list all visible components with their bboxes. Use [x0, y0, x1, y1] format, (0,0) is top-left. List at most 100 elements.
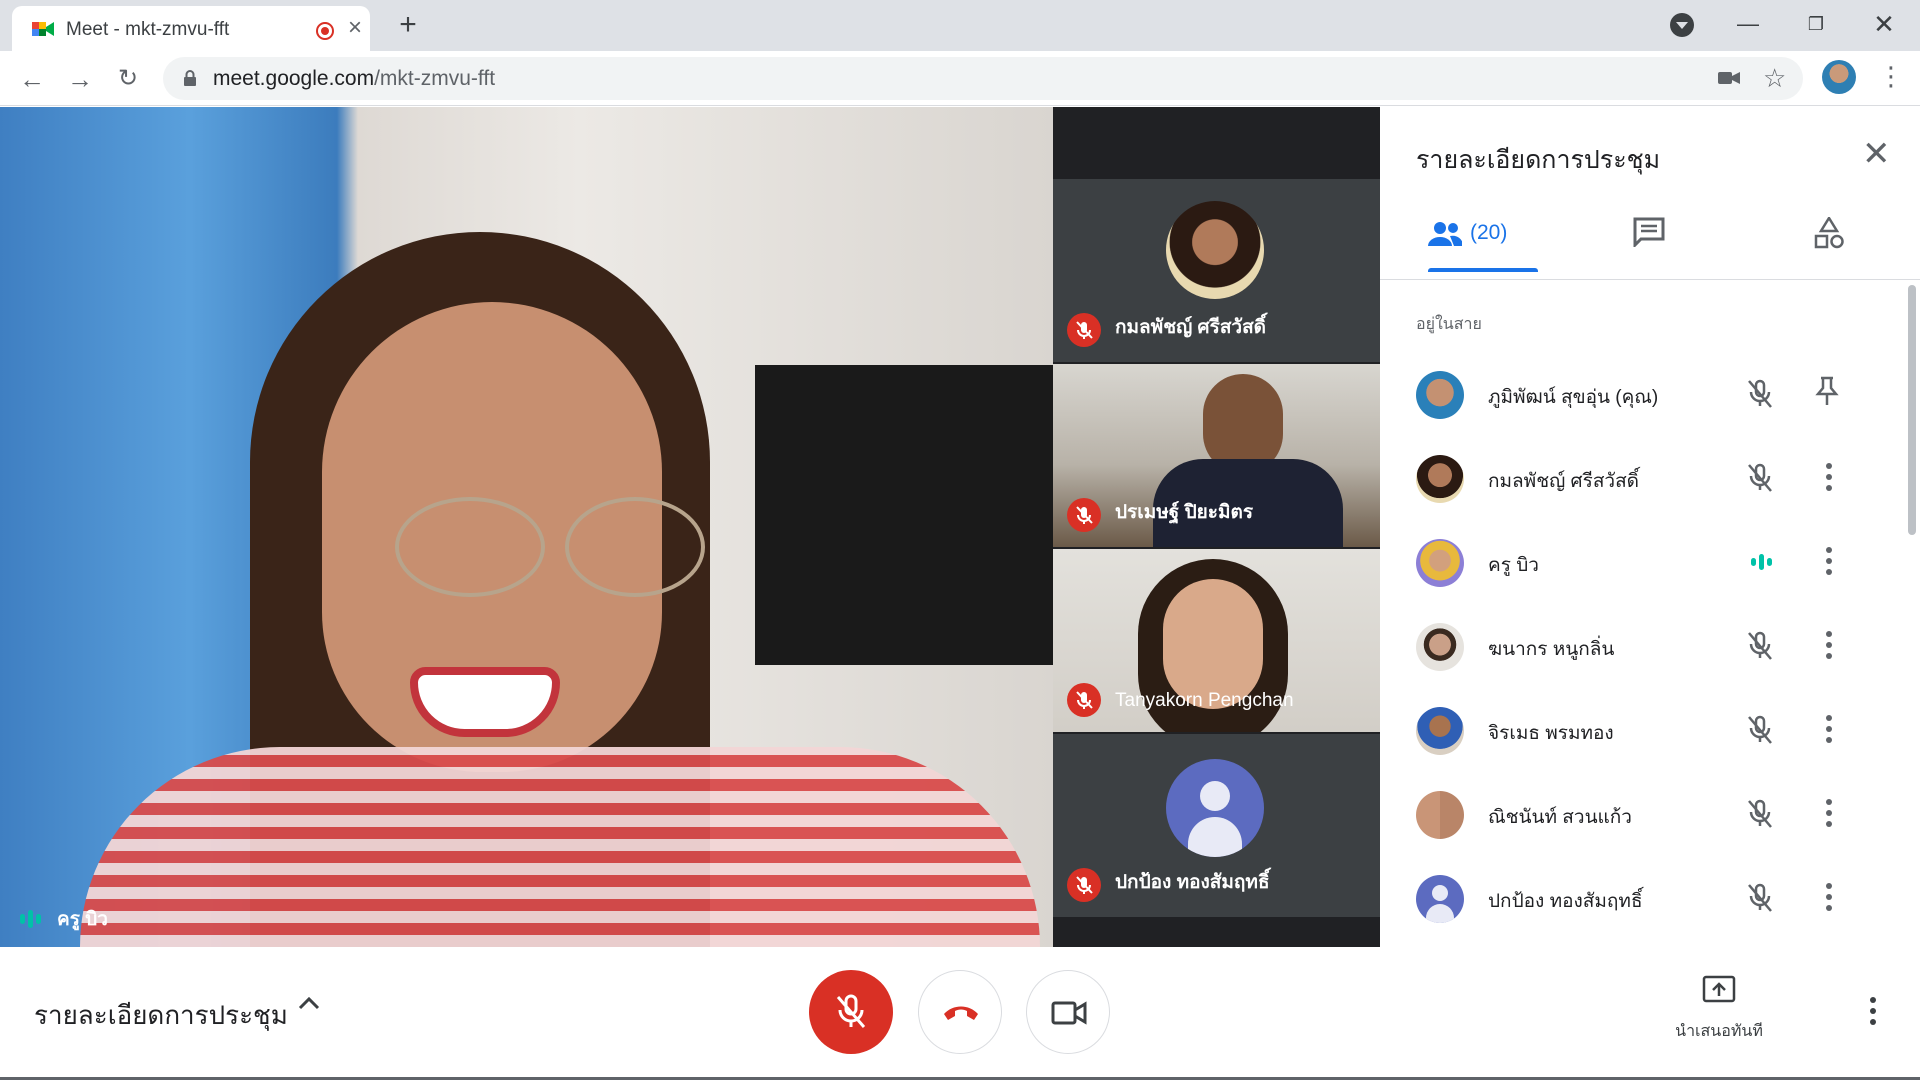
default-avatar-icon [1416, 875, 1464, 923]
speaker-glasses-right [565, 497, 705, 597]
chat-icon [1633, 217, 1665, 249]
shapes-icon [1814, 215, 1844, 249]
browser-tab-meet[interactable]: Meet - mkt-zmvu-fft × [12, 6, 370, 51]
participant-tile[interactable]: กมลพัชญ์ ศรีสวัสดิ์ [1053, 179, 1380, 362]
panel-title: รายละเอียดการประชุม [1416, 146, 1661, 174]
video-camera-icon [1051, 1001, 1087, 1025]
present-now-label: นำเสนอทันที [1675, 1023, 1763, 1040]
mic-off-icon [836, 994, 866, 1028]
tile-spacer [1053, 107, 1380, 179]
muted-mic-icon [1067, 868, 1101, 902]
speaking-indicator-icon [1751, 554, 1772, 570]
tab-people[interactable]: (20) [1428, 217, 1542, 277]
camera-toggle-button[interactable] [1026, 970, 1110, 1054]
more-options-icon[interactable] [1826, 547, 1832, 580]
profile-avatar[interactable] [1822, 60, 1856, 94]
tab-chat[interactable] [1633, 217, 1673, 277]
more-options-icon[interactable] [1826, 799, 1832, 832]
main-speaker-video[interactable]: ครู บิว [0, 107, 1053, 947]
participant-row[interactable]: ครู บิว [1380, 521, 1900, 605]
url-text: meet.google.com/mkt-zmvu-fft [213, 67, 496, 90]
mic-off-icon [1748, 883, 1772, 912]
participant-row[interactable]: ภูมิพัฒน์ สุขอุ่น (คุณ) [1380, 353, 1900, 437]
participant-avatar [1416, 455, 1464, 503]
meeting-control-bar: รายละเอียดการประชุม นำเสนอทันที [0, 947, 1920, 1080]
present-screen-icon [1702, 975, 1736, 1003]
recording-indicator-icon [316, 22, 334, 40]
more-options-icon[interactable] [1826, 631, 1832, 664]
participant-tile-name: ปกป้อง ทองสัมฤทธิ์ [1115, 872, 1270, 893]
more-options-icon[interactable] [1826, 463, 1832, 496]
camera-in-use-icon[interactable] [1718, 70, 1740, 86]
microphone-toggle-button[interactable] [809, 970, 893, 1054]
people-icon [1428, 222, 1462, 246]
panel-divider [1380, 279, 1920, 280]
more-options-icon[interactable] [1870, 997, 1876, 1030]
forward-arrow-icon[interactable]: → [62, 61, 98, 97]
pin-icon[interactable] [1814, 375, 1840, 409]
main-speaker-label: ครู บิว [20, 904, 108, 934]
participant-tile-name: ปรเมษฐ์ ปิยะมิตร [1115, 502, 1254, 523]
chevron-up-icon[interactable] [296, 991, 322, 1017]
address-bar[interactable]: meet.google.com/mkt-zmvu-fft ☆ [163, 57, 1803, 100]
new-tab-button[interactable]: + [392, 8, 424, 42]
main-speaker-name: ครู บิว [57, 909, 108, 930]
speaker-glasses-left [395, 497, 545, 597]
window-close-button[interactable]: ✕ [1864, 6, 1904, 42]
lock-icon [184, 70, 196, 86]
default-avatar-icon [1166, 759, 1264, 857]
participant-tile-name: Tanyakorn Pengchan [1115, 690, 1294, 711]
video-stage: ครู บิว กมลพัชญ์ ศรีสวัสดิ์ ปรเมษฐ์ ปิยะ… [0, 107, 1380, 947]
mic-off-icon [1748, 799, 1772, 828]
participant-name: ภูมิพัฒน์ สุขอุ่น (คุณ) [1488, 387, 1659, 408]
participant-name: ปกป้อง ทองสัมฤทธิ์ [1488, 891, 1643, 912]
present-now-button[interactable]: นำเสนอทันที [1660, 975, 1778, 1055]
participant-name: กมลพัชญ์ ศรีสวัสดิ์ [1488, 471, 1640, 492]
reload-icon[interactable]: ↻ [110, 61, 146, 97]
meeting-details-panel: รายละเอียดการประชุม ✕ (20) อยู่ในสาย ภูม… [1380, 107, 1920, 947]
speaker-shirt [80, 747, 1040, 947]
back-arrow-icon[interactable]: ← [14, 61, 50, 97]
speaking-indicator-icon [20, 910, 41, 928]
more-options-icon[interactable] [1826, 715, 1832, 748]
panel-scrollbar[interactable] [1908, 285, 1916, 535]
tab-title: Meet - mkt-zmvu-fft [66, 19, 230, 40]
people-count: (20) [1470, 221, 1508, 244]
muted-mic-icon [1067, 498, 1101, 532]
tab-search-icon[interactable] [1670, 13, 1694, 37]
panel-close-icon[interactable]: ✕ [1862, 137, 1891, 171]
more-options-icon[interactable] [1826, 883, 1832, 916]
minimize-button[interactable]: — [1728, 6, 1768, 42]
participant-tile[interactable]: ปรเมษฐ์ ปิยะมิตร [1053, 364, 1380, 547]
participant-name: จิรเมธ พรมทอง [1488, 723, 1614, 744]
active-tab-indicator [1428, 268, 1538, 272]
participant-row[interactable]: ฆนากร หนูกลิ่น [1380, 605, 1900, 689]
restore-button[interactable]: ❐ [1796, 6, 1836, 42]
participant-tile[interactable]: Tanyakorn Pengchan [1053, 549, 1380, 732]
participant-row[interactable]: กมลพัชญ์ ศรีสวัสดิ์ [1380, 437, 1900, 521]
mic-off-icon [1748, 463, 1772, 492]
chrome-menu-icon[interactable]: ⋮ [1878, 61, 1904, 92]
participant-tile[interactable]: ปกป้อง ทองสัมฤทธิ์ [1053, 734, 1380, 917]
participant-row[interactable]: ณิชนันท์ สวนแก้ว [1380, 773, 1900, 857]
muted-mic-icon [1067, 313, 1101, 347]
mic-off-icon [1748, 379, 1772, 408]
participant-avatar [1416, 791, 1464, 839]
leave-call-button[interactable] [918, 970, 1002, 1054]
background-board [755, 365, 1053, 665]
participant-row[interactable]: ปกป้อง ทองสัมฤทธิ์ [1380, 857, 1900, 941]
hang-up-icon [944, 1006, 978, 1020]
participant-name: ฆนากร หนูกลิ่น [1488, 639, 1615, 660]
participant-name: ครู บิว [1488, 555, 1539, 576]
bookmark-star-icon[interactable]: ☆ [1763, 63, 1786, 94]
in-call-section-label: อยู่ในสาย [1416, 316, 1482, 333]
participant-row[interactable]: จิรเมธ พรมทอง [1380, 689, 1900, 773]
participant-name: ณิชนันท์ สวนแก้ว [1488, 807, 1632, 828]
browser-toolbar: ← → ↻ meet.google.com/mkt-zmvu-fft ☆ ⋮ [0, 51, 1920, 106]
participant-tile-name: กมลพัชญ์ ศรีสวัสดิ์ [1115, 317, 1267, 338]
tab-close-icon[interactable]: × [348, 14, 362, 42]
tab-activities[interactable] [1814, 215, 1854, 277]
participant-avatar [1416, 371, 1464, 419]
mic-off-icon [1748, 715, 1772, 744]
meeting-details-button[interactable]: รายละเอียดการประชุม [34, 995, 288, 1036]
